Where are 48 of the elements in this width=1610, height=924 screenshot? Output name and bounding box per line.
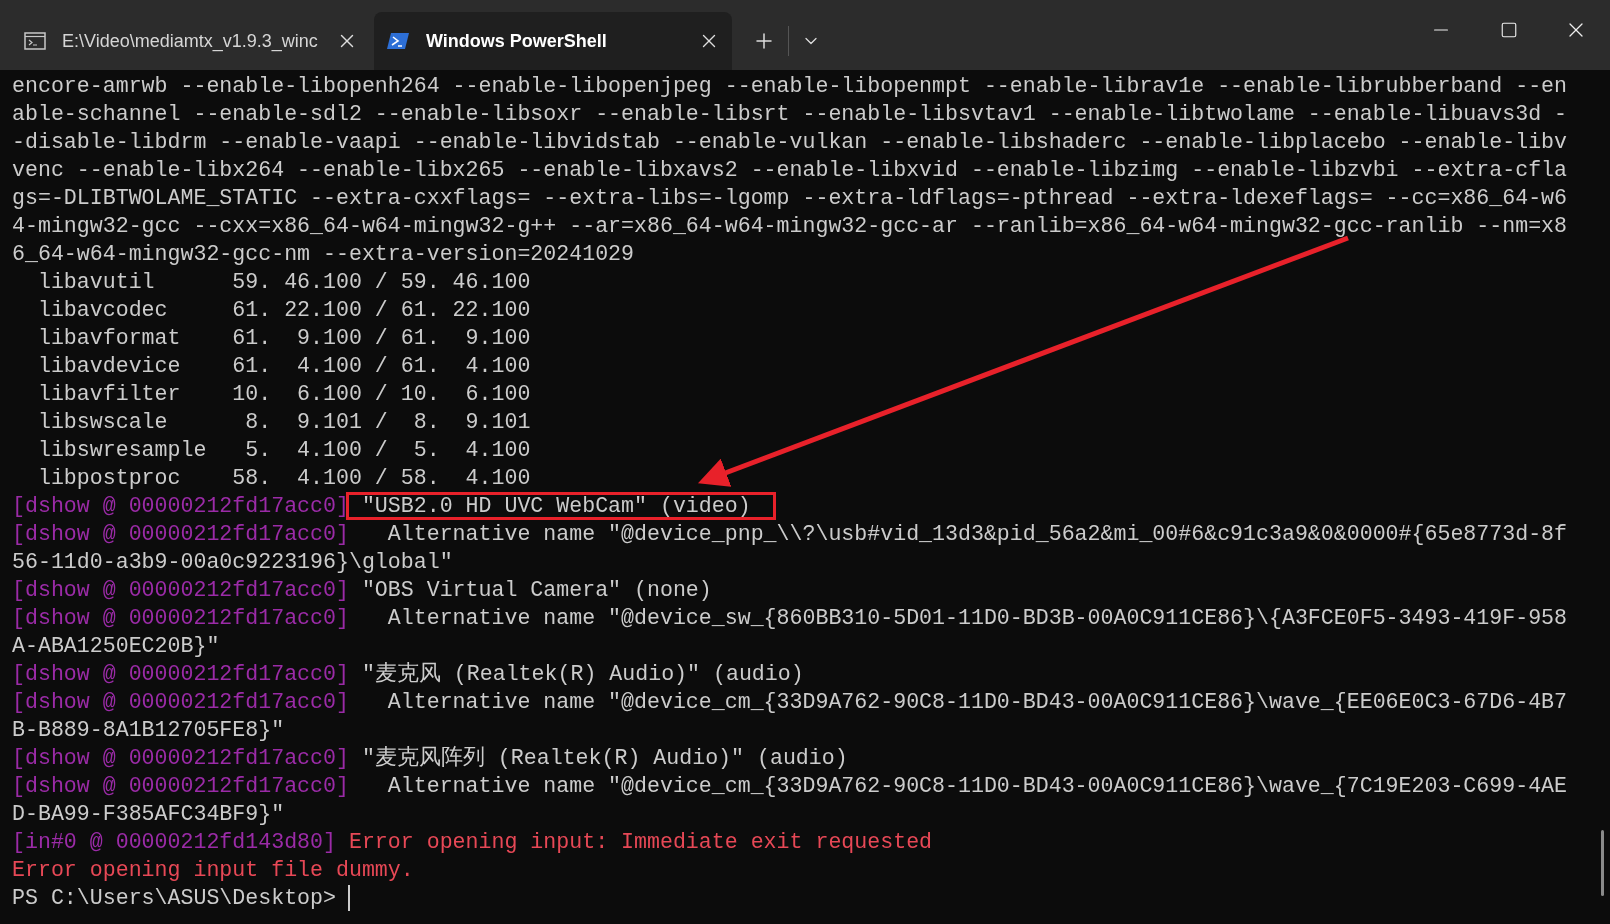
console-text: "麦克风阵列 (Realtek(R) Audio)" (audio) bbox=[360, 746, 848, 770]
console-text: D-BA99-F385AFC34BF9}" bbox=[12, 802, 285, 826]
powershell-icon bbox=[386, 32, 410, 50]
log-tag: [dshow @ 00000212fd17acc0] bbox=[12, 522, 349, 546]
scrollbar-thumb[interactable] bbox=[1601, 830, 1604, 896]
console-text: Alternative name "@device_sw_{860BB310-5D01-11D0-BD3B-00A0C911CE86}\{A3FCE0F5-3493-419F-958 bbox=[386, 606, 1567, 630]
console-text: libavcodec 61. 22.100 / 61. 22.100 bbox=[36, 298, 531, 322]
log-tag: [dshow @ 00000212fd17acc0] bbox=[12, 774, 349, 798]
console-text: encore-amrwb --enable-libopenh264 --enable-libopenjpeg --enable-libopenmpt --enable-librav1e --enable-librubberband --en bbox=[12, 74, 1567, 98]
console-text: "OBS Virtual Camera" (none) bbox=[360, 578, 712, 602]
console-text: libavformat 61. 9.100 / 61. 9.100 bbox=[36, 326, 531, 350]
console-text: venc --enable-libx264 --enable-libx265 --enable-libxavs2 --enable-libxvid --enable-libzimg --enable-libzvbi --extra-cfla bbox=[12, 158, 1567, 182]
console-text: libavdevice 61. 4.100 / 61. 4.100 bbox=[36, 354, 531, 378]
tab[interactable]: E:\Video\mediamtx_v1.9.3_winc bbox=[12, 12, 370, 70]
console-text: B-B889-8A1B12705FE8}" bbox=[12, 718, 285, 742]
log-tag: [dshow @ 00000212fd17acc0] bbox=[12, 578, 349, 602]
console-text: Alternative name "@device_pnp_\\?\usb#vid_13d3&pid_56a2&mi_00#6&c91c3a9&0&0000#{65e8773d-8f bbox=[386, 522, 1567, 546]
command-prompt-icon bbox=[24, 32, 46, 50]
error-text: Error opening input: Immediate exit requested bbox=[347, 830, 933, 854]
maximize-icon[interactable] bbox=[1500, 21, 1518, 39]
log-tag: [in#0 @ 00000212fd143d80] bbox=[12, 830, 336, 854]
log-tag: [dshow @ 00000212fd17acc0] bbox=[12, 746, 349, 770]
log-tag: [dshow @ 00000212fd17acc0] bbox=[12, 662, 349, 686]
console-text: 6_64-w64-mingw32-gcc-nm --extra-version=20241029 bbox=[12, 242, 634, 266]
console-text: able-schannel --enable-sdl2 --enable-libsoxr --enable-libsrt --enable-libsvtav1 --enable-libtwolame --enable-libuavs3d - bbox=[12, 102, 1567, 126]
console-text: gs=-DLIBTWOLAME_STATIC --extra-cxxflags= --extra-libs=-lgomp --extra-ldflags=-pthread --extra-ldexeflags= --cc=x86_64-w6 bbox=[12, 186, 1567, 210]
console-text: A-ABA1250EC20B}" bbox=[12, 634, 220, 658]
console-text: 56-11d0-a3b9-00a0c9223196}\global" bbox=[12, 550, 453, 574]
console-text: Alternative name "@device_cm_{33D9A762-90C8-11D0-BD43-00A0C911CE86}\wave_{EE06E0C3-67D6-4B7 bbox=[386, 690, 1567, 714]
console-text: libpostproc 58. 4.100 / 58. 4.100 bbox=[36, 466, 531, 490]
console-text: libavfilter 10. 6.100 / 10. 6.100 bbox=[36, 382, 531, 406]
text-cursor bbox=[347, 885, 350, 911]
error-text: Error opening input file dummy. bbox=[12, 858, 414, 882]
console-text: -disable-libdrm --enable-vaapi --enable-libvidstab --enable-vulkan --enable-libshaderc --enable-libplacebo --enable-libv bbox=[12, 130, 1567, 154]
tab[interactable]: Windows PowerShell bbox=[374, 12, 732, 70]
console-text: libswresample 5. 4.100 / 5. 4.100 bbox=[36, 438, 531, 462]
console-text: libswscale 8. 9.101 / 8. 9.101 bbox=[36, 410, 531, 434]
tab-title: E:\Video\mediamtx_v1.9.3_winc bbox=[62, 29, 319, 54]
console-text: libavutil 59. 46.100 / 59. 46.100 bbox=[36, 270, 531, 294]
prompt: PS C:\Users\ASUS\Desktop> bbox=[12, 885, 336, 912]
tab-title: Windows PowerShell bbox=[426, 29, 608, 53]
console-text: "USB2.0 HD UVC WebCam" (video) bbox=[360, 494, 751, 518]
console-text: Alternative name "@device_cm_{33D9A762-90C8-11D0-BD43-00A0C911CE86}\wave_{7C19E203-C699-4AE bbox=[386, 774, 1567, 798]
console-text: 4-mingw32-gcc --cxx=x86_64-w64-mingw32-g++ --ar=x86_64-w64-mingw32-gcc-ar --ranlib=x86_64-w64-mingw32-gcc-ranlib --nm=x8 bbox=[12, 214, 1567, 238]
log-tag: [dshow @ 00000212fd17acc0] bbox=[12, 690, 349, 714]
log-tag: [dshow @ 00000212fd17acc0] bbox=[12, 494, 349, 518]
log-tag: [dshow @ 00000212fd17acc0] bbox=[12, 606, 349, 630]
console-text: "麦克风 (Realtek(R) Audio)" (audio) bbox=[360, 662, 804, 686]
